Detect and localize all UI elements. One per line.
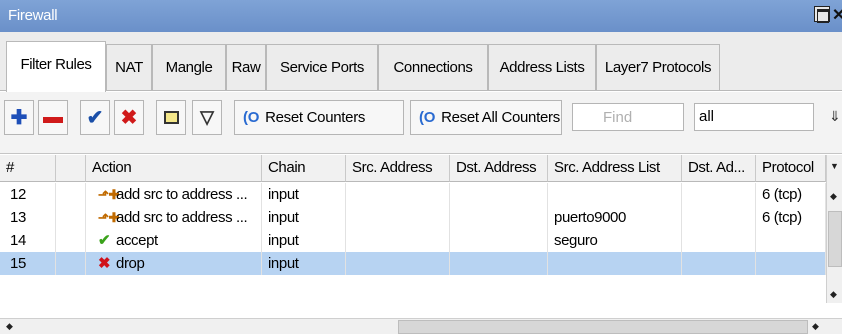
column-header-protocol[interactable]: Protocol	[756, 155, 826, 182]
column-header-flags[interactable]	[56, 155, 86, 182]
scroll-down-icon[interactable]: ◆	[830, 289, 837, 300]
table-row[interactable]: 12 ⬏✚add src to address ... input 6 (tcp…	[0, 183, 826, 206]
row-flags	[56, 183, 86, 206]
row-src-address	[346, 252, 450, 275]
row-number: 15	[0, 252, 56, 275]
row-dst-address	[450, 183, 548, 206]
column-header-number[interactable]: #	[0, 155, 56, 182]
row-protocol: 6 (tcp)	[756, 206, 826, 229]
row-protocol: 6 (tcp)	[756, 183, 826, 206]
window-titlebar[interactable]: Firewall ✕	[0, 0, 842, 32]
plus-icon[interactable]: ✚	[4, 100, 34, 135]
check-icon[interactable]: ✔	[80, 100, 110, 135]
vertical-scrollbar[interactable]: ▼ ◆ ◆	[826, 155, 842, 303]
reset-all-counters-button[interactable]: (O Reset All Counters	[410, 100, 562, 135]
row-protocol	[756, 252, 826, 275]
row-protocol	[756, 229, 826, 252]
column-header-dst-address[interactable]: Dst. Address	[450, 155, 548, 182]
row-dst-address-list	[682, 252, 756, 275]
add-to-list-icon: ⬏✚	[98, 210, 119, 225]
note-icon[interactable]	[156, 100, 186, 135]
column-header-src-address-list[interactable]: Src. Address List	[548, 155, 682, 182]
window-title: Firewall	[8, 7, 58, 24]
horizontal-scroll-thumb[interactable]	[398, 320, 808, 334]
table-row-selected[interactable]: 15 ✖ drop input	[0, 252, 826, 275]
drop-icon: ✖	[98, 255, 111, 272]
row-number: 13	[0, 206, 56, 229]
row-chain: input	[262, 206, 346, 229]
row-dst-address	[450, 206, 548, 229]
accept-icon: ✔	[98, 232, 111, 249]
row-dst-address-list	[682, 183, 756, 206]
tab-address-lists[interactable]: Address Lists	[488, 44, 596, 90]
scroll-up-icon[interactable]: ◆	[830, 191, 837, 202]
table-row[interactable]: 14 ✔ accept input seguro	[0, 229, 826, 252]
scroll-right-icon[interactable]: ◆	[812, 321, 819, 332]
row-dst-address	[450, 229, 548, 252]
row-src-address	[346, 229, 450, 252]
filter-icon[interactable]: ▽	[192, 100, 222, 135]
scroll-left-icon[interactable]: ◆	[6, 321, 13, 332]
tab-mangle[interactable]: Mangle	[152, 44, 226, 90]
minus-icon[interactable]: ▬	[38, 100, 68, 135]
column-header-src-address[interactable]: Src. Address	[346, 155, 450, 182]
reset-all-icon: (O	[419, 109, 436, 126]
row-action: ✔ accept	[86, 229, 262, 252]
tab-layer7-protocols[interactable]: Layer7 Protocols	[596, 44, 720, 90]
reset-counters-button[interactable]: (O Reset Counters	[234, 100, 404, 135]
tab-filter-rules[interactable]: Filter Rules	[6, 41, 106, 92]
table-row[interactable]: 13 ⬏✚add src to address ... input puerto…	[0, 206, 826, 229]
row-chain: input	[262, 252, 346, 275]
row-src-address	[346, 206, 450, 229]
column-header-action[interactable]: Action	[86, 155, 262, 182]
row-chain: input	[262, 229, 346, 252]
dropdown-arrow-icon[interactable]: ⇓	[829, 108, 841, 125]
row-action: ⬏✚add src to address ...	[86, 183, 262, 206]
x-icon[interactable]: ✖	[114, 100, 144, 135]
row-action: ⬏✚add src to address ...	[86, 206, 262, 229]
tab-connections[interactable]: Connections	[378, 44, 488, 90]
row-src-address-list	[548, 183, 682, 206]
tab-service-ports[interactable]: Service Ports	[266, 44, 378, 90]
column-header-chain[interactable]: Chain	[262, 155, 346, 182]
row-chain: input	[262, 183, 346, 206]
row-src-address-list	[548, 252, 682, 275]
add-to-list-icon: ⬏✚	[98, 187, 119, 202]
row-number: 12	[0, 183, 56, 206]
find-input[interactable]	[572, 103, 684, 131]
horizontal-scrollbar[interactable]: ◆ ◆	[0, 318, 842, 334]
row-action: ✖ drop	[86, 252, 262, 275]
filter-select[interactable]: all	[694, 103, 814, 131]
row-src-address-list: puerto9000	[548, 206, 682, 229]
row-flags	[56, 252, 86, 275]
close-icon[interactable]: ✕	[832, 5, 842, 25]
row-dst-address-list	[682, 206, 756, 229]
maximize-icon[interactable]	[814, 6, 830, 23]
tab-nat[interactable]: NAT	[106, 44, 152, 90]
row-dst-address	[450, 252, 548, 275]
vertical-scroll-thumb[interactable]	[828, 211, 842, 267]
column-menu-icon[interactable]: ▼	[830, 161, 839, 171]
row-flags	[56, 206, 86, 229]
row-src-address	[346, 183, 450, 206]
row-dst-address-list	[682, 229, 756, 252]
reset-icon: (O	[243, 109, 260, 126]
row-src-address-list: seguro	[548, 229, 682, 252]
column-header-dst-address-list[interactable]: Dst. Ad...	[682, 155, 756, 182]
row-number: 14	[0, 229, 56, 252]
row-flags	[56, 229, 86, 252]
tab-raw[interactable]: Raw	[226, 44, 266, 90]
